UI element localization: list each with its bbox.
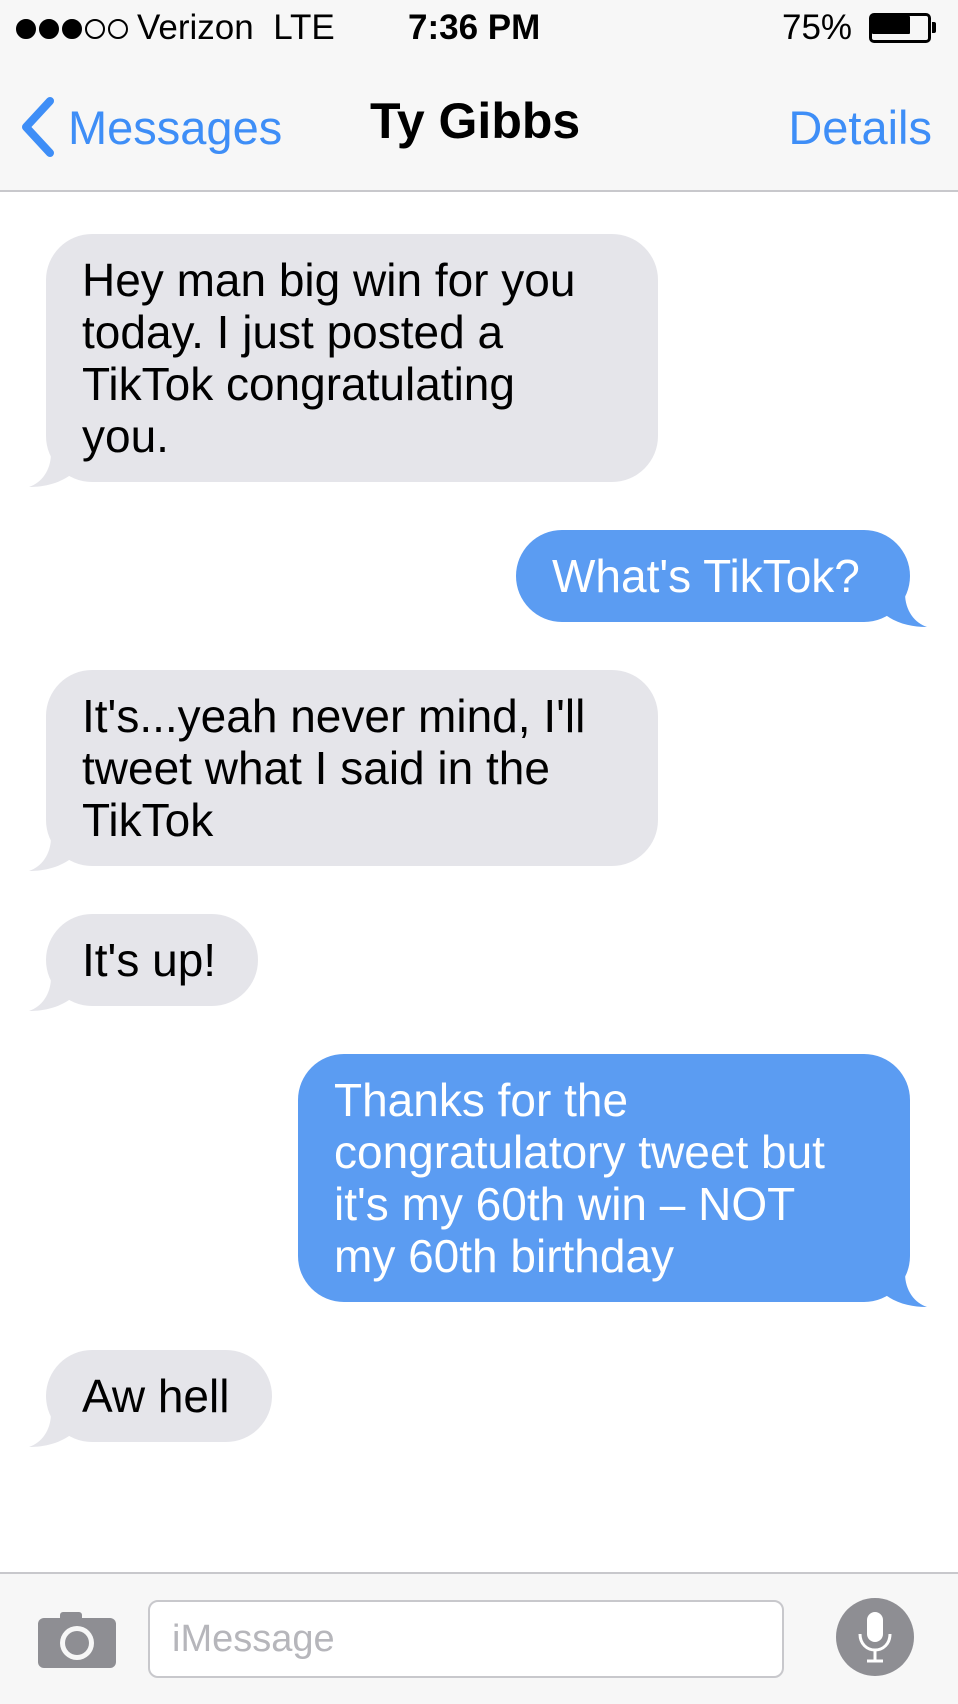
message-text: It's...yeah never mind, I'll tweet what …: [82, 690, 586, 846]
message-bubble-incoming[interactable]: It's up!: [29, 914, 258, 1011]
message-bubble-incoming[interactable]: Hey man big win for you today. I just po…: [29, 234, 658, 487]
message-input[interactable]: [148, 1600, 784, 1678]
bubble-tail: [883, 1273, 927, 1307]
message-bubble-outgoing[interactable]: What's TikTok?: [516, 530, 927, 627]
bubble-tail: [883, 593, 927, 627]
message-text: What's TikTok?: [552, 550, 860, 602]
status-bar: Verizon LTE 7:36 PM 75%: [0, 0, 958, 60]
signal-dot: [16, 19, 36, 39]
signal-dot: [85, 19, 105, 39]
message-bubble-outgoing[interactable]: Thanks for the congratulatory tweet but …: [298, 1054, 927, 1307]
message-text: Aw hell: [82, 1370, 230, 1422]
message-text: Thanks for the congratulatory tweet but …: [334, 1074, 825, 1282]
chevron-left-icon: [22, 97, 54, 157]
message-text: Hey man big win for you today. I just po…: [82, 254, 576, 462]
microphone-icon: [858, 1612, 892, 1663]
battery-tip: [932, 22, 936, 33]
details-button[interactable]: Details: [788, 100, 932, 155]
camera-icon: [38, 1612, 116, 1668]
carrier-label: Verizon LTE: [137, 8, 335, 47]
back-button-label: Messages: [68, 100, 283, 154]
message-bubble-incoming[interactable]: Aw hell: [29, 1350, 272, 1447]
back-button[interactable]: Messages: [20, 92, 282, 162]
top-bar: Verizon LTE 7:36 PM 75% Messages Ty Gibb…: [0, 0, 958, 192]
message-text: It's up!: [82, 934, 217, 986]
bubble-tail: [29, 1413, 73, 1447]
camera-button[interactable]: [38, 1612, 116, 1668]
message-bubble-incoming[interactable]: It's...yeah never mind, I'll tweet what …: [29, 670, 658, 871]
status-time: 7:36 PM: [408, 8, 541, 47]
message-composer: [0, 1572, 958, 1704]
bubble-tail: [29, 977, 73, 1011]
battery-level-fill: [872, 16, 910, 34]
bubble-tail: [29, 453, 73, 487]
signal-strength-icon: [16, 19, 128, 39]
signal-dot: [108, 19, 128, 39]
microphone-button[interactable]: [836, 1598, 914, 1676]
signal-dot: [62, 19, 82, 39]
battery-percent: 75%: [782, 8, 853, 47]
conversation-title: Ty Gibbs: [370, 93, 581, 149]
signal-dot: [39, 19, 59, 39]
bubble-tail: [29, 837, 73, 871]
